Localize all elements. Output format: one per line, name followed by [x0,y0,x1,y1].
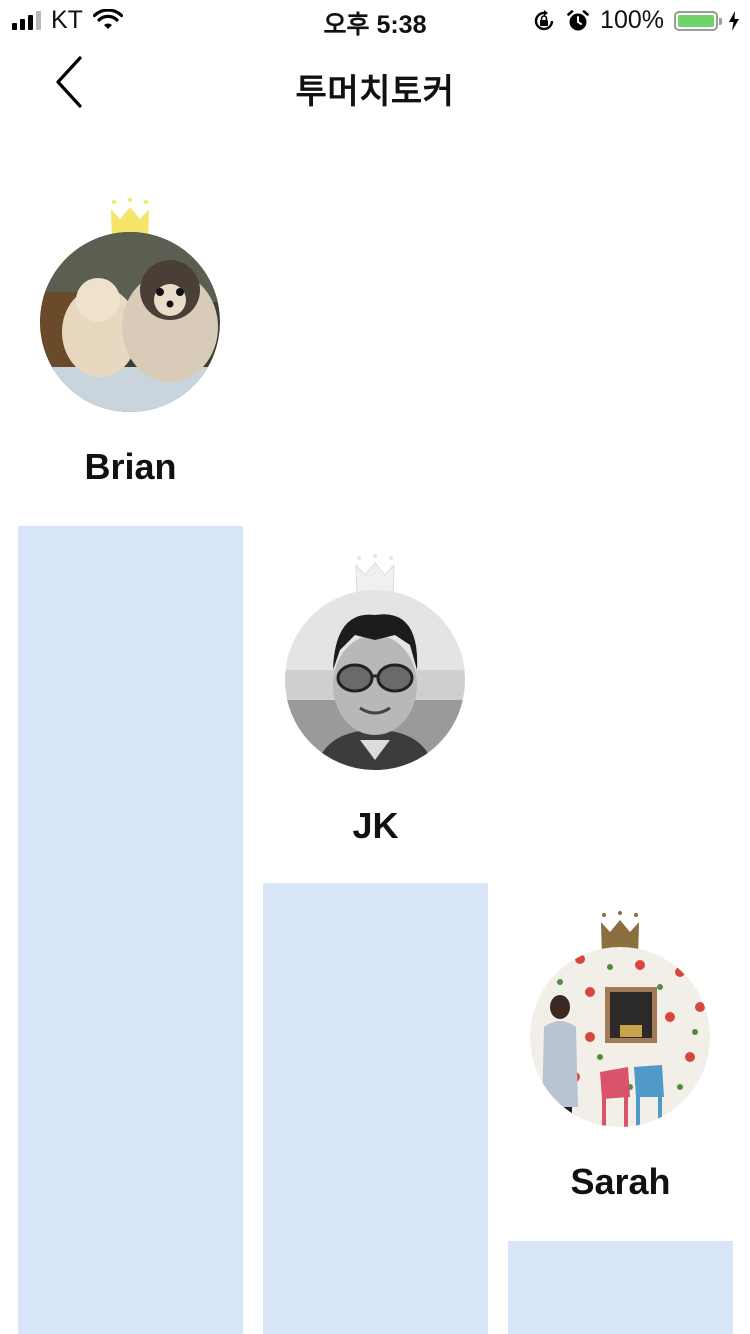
avatar[interactable] [530,947,710,1127]
rank-column-2: JK [263,0,488,1334]
rank-bar [508,1241,733,1334]
user-name: Brian [84,446,177,487]
user-name: Sarah [570,1161,671,1202]
rank-bar [263,883,488,1334]
rank-column-1: Brian [18,0,243,1334]
rank-bar [18,526,243,1334]
avatar-photo [285,590,465,770]
avatar-photo [530,947,710,1127]
user-name: JK [352,805,399,846]
avatar[interactable] [40,232,220,412]
avatar[interactable] [285,590,465,770]
rank-column-3: Sarah [508,0,733,1334]
avatar-photo [40,232,220,412]
